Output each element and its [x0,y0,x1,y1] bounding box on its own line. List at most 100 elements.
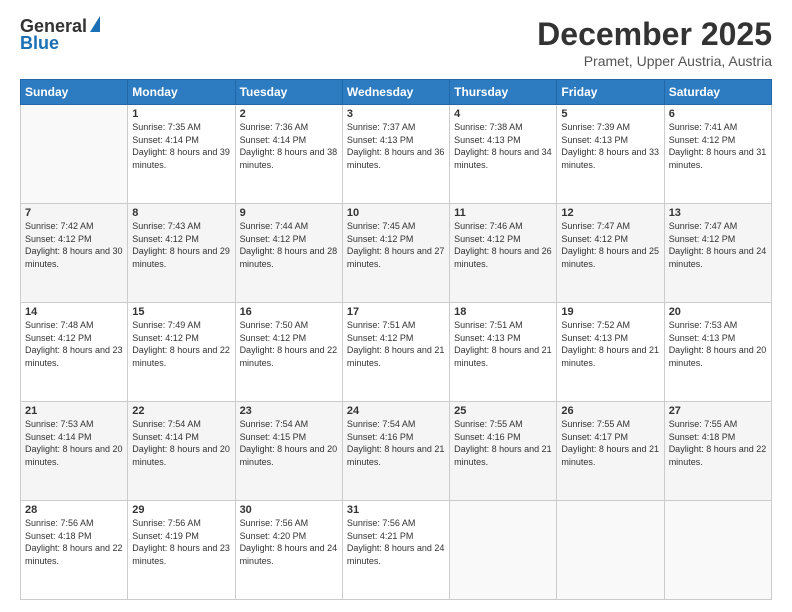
day-cell: 19 Sunrise: 7:52 AM Sunset: 4:13 PM Dayl… [557,303,664,402]
sunset: Sunset: 4:12 PM [25,333,92,343]
sunrise: Sunrise: 7:45 AM [347,221,416,231]
day-info: Sunrise: 7:51 AM Sunset: 4:12 PM Dayligh… [347,319,445,369]
sunset: Sunset: 4:12 PM [347,333,414,343]
day-info: Sunrise: 7:51 AM Sunset: 4:13 PM Dayligh… [454,319,552,369]
week-row-2: 7 Sunrise: 7:42 AM Sunset: 4:12 PM Dayli… [21,204,772,303]
sunrise: Sunrise: 7:56 AM [240,518,309,528]
daylight: Daylight: 8 hours and 22 minutes. [25,543,123,566]
day-number: 19 [561,306,659,318]
day-cell: 20 Sunrise: 7:53 AM Sunset: 4:13 PM Dayl… [664,303,771,402]
day-cell: 10 Sunrise: 7:45 AM Sunset: 4:12 PM Dayl… [342,204,449,303]
daylight: Daylight: 8 hours and 21 minutes. [561,444,659,467]
day-info: Sunrise: 7:47 AM Sunset: 4:12 PM Dayligh… [561,220,659,270]
day-cell: 9 Sunrise: 7:44 AM Sunset: 4:12 PM Dayli… [235,204,342,303]
sunset: Sunset: 4:15 PM [240,432,307,442]
daylight: Daylight: 8 hours and 39 minutes. [132,147,230,170]
week-row-1: 1 Sunrise: 7:35 AM Sunset: 4:14 PM Dayli… [21,105,772,204]
daylight: Daylight: 8 hours and 25 minutes. [561,246,659,269]
sunset: Sunset: 4:13 PM [454,333,521,343]
day-cell [557,501,664,600]
sunrise: Sunrise: 7:54 AM [240,419,309,429]
sunrise: Sunrise: 7:35 AM [132,122,201,132]
day-number: 25 [454,405,552,417]
day-cell: 13 Sunrise: 7:47 AM Sunset: 4:12 PM Dayl… [664,204,771,303]
calendar-title: December 2025 [537,16,772,53]
daylight: Daylight: 8 hours and 24 minutes. [347,543,445,566]
day-cell: 22 Sunrise: 7:54 AM Sunset: 4:14 PM Dayl… [128,402,235,501]
sunrise: Sunrise: 7:43 AM [132,221,201,231]
sunrise: Sunrise: 7:42 AM [25,221,94,231]
day-info: Sunrise: 7:56 AM Sunset: 4:21 PM Dayligh… [347,517,445,567]
sunrise: Sunrise: 7:49 AM [132,320,201,330]
day-info: Sunrise: 7:47 AM Sunset: 4:12 PM Dayligh… [669,220,767,270]
day-info: Sunrise: 7:56 AM Sunset: 4:18 PM Dayligh… [25,517,123,567]
sunrise: Sunrise: 7:56 AM [347,518,416,528]
daylight: Daylight: 8 hours and 22 minutes. [240,345,338,368]
day-info: Sunrise: 7:49 AM Sunset: 4:12 PM Dayligh… [132,319,230,369]
day-number: 10 [347,207,445,219]
day-cell: 8 Sunrise: 7:43 AM Sunset: 4:12 PM Dayli… [128,204,235,303]
day-info: Sunrise: 7:53 AM Sunset: 4:13 PM Dayligh… [669,319,767,369]
sunrise: Sunrise: 7:44 AM [240,221,309,231]
day-info: Sunrise: 7:50 AM Sunset: 4:12 PM Dayligh… [240,319,338,369]
sunset: Sunset: 4:14 PM [132,432,199,442]
sunrise: Sunrise: 7:51 AM [454,320,523,330]
day-info: Sunrise: 7:56 AM Sunset: 4:20 PM Dayligh… [240,517,338,567]
week-row-4: 21 Sunrise: 7:53 AM Sunset: 4:14 PM Dayl… [21,402,772,501]
sunset: Sunset: 4:12 PM [669,234,736,244]
sunrise: Sunrise: 7:46 AM [454,221,523,231]
calendar-subtitle: Pramet, Upper Austria, Austria [537,53,772,69]
day-number: 11 [454,207,552,219]
day-cell: 27 Sunrise: 7:55 AM Sunset: 4:18 PM Dayl… [664,402,771,501]
day-number: 27 [669,405,767,417]
sunset: Sunset: 4:21 PM [347,531,414,541]
day-number: 12 [561,207,659,219]
day-cell: 30 Sunrise: 7:56 AM Sunset: 4:20 PM Dayl… [235,501,342,600]
day-number: 6 [669,108,767,120]
sunrise: Sunrise: 7:48 AM [25,320,94,330]
page: General Blue December 2025 Pramet, Upper… [0,0,792,612]
day-cell: 18 Sunrise: 7:51 AM Sunset: 4:13 PM Dayl… [450,303,557,402]
sunset: Sunset: 4:17 PM [561,432,628,442]
day-info: Sunrise: 7:43 AM Sunset: 4:12 PM Dayligh… [132,220,230,270]
sunset: Sunset: 4:13 PM [669,333,736,343]
header-tuesday: Tuesday [235,80,342,105]
sunset: Sunset: 4:20 PM [240,531,307,541]
sunset: Sunset: 4:14 PM [240,135,307,145]
day-info: Sunrise: 7:48 AM Sunset: 4:12 PM Dayligh… [25,319,123,369]
sunrise: Sunrise: 7:55 AM [454,419,523,429]
day-cell: 7 Sunrise: 7:42 AM Sunset: 4:12 PM Dayli… [21,204,128,303]
day-cell: 28 Sunrise: 7:56 AM Sunset: 4:18 PM Dayl… [21,501,128,600]
day-number: 20 [669,306,767,318]
day-cell: 5 Sunrise: 7:39 AM Sunset: 4:13 PM Dayli… [557,105,664,204]
daylight: Daylight: 8 hours and 34 minutes. [454,147,552,170]
sunset: Sunset: 4:14 PM [25,432,92,442]
sunset: Sunset: 4:12 PM [240,333,307,343]
daylight: Daylight: 8 hours and 27 minutes. [347,246,445,269]
day-number: 26 [561,405,659,417]
daylight: Daylight: 8 hours and 20 minutes. [240,444,338,467]
day-number: 2 [240,108,338,120]
daylight: Daylight: 8 hours and 21 minutes. [454,345,552,368]
day-info: Sunrise: 7:54 AM Sunset: 4:15 PM Dayligh… [240,418,338,468]
daylight: Daylight: 8 hours and 26 minutes. [454,246,552,269]
day-cell [21,105,128,204]
day-number: 16 [240,306,338,318]
sunrise: Sunrise: 7:47 AM [561,221,630,231]
day-info: Sunrise: 7:52 AM Sunset: 4:13 PM Dayligh… [561,319,659,369]
day-info: Sunrise: 7:35 AM Sunset: 4:14 PM Dayligh… [132,121,230,171]
day-info: Sunrise: 7:44 AM Sunset: 4:12 PM Dayligh… [240,220,338,270]
day-info: Sunrise: 7:39 AM Sunset: 4:13 PM Dayligh… [561,121,659,171]
day-number: 18 [454,306,552,318]
day-cell: 2 Sunrise: 7:36 AM Sunset: 4:14 PM Dayli… [235,105,342,204]
day-number: 22 [132,405,230,417]
sunrise: Sunrise: 7:47 AM [669,221,738,231]
day-cell: 6 Sunrise: 7:41 AM Sunset: 4:12 PM Dayli… [664,105,771,204]
day-number: 31 [347,504,445,516]
day-info: Sunrise: 7:38 AM Sunset: 4:13 PM Dayligh… [454,121,552,171]
day-info: Sunrise: 7:54 AM Sunset: 4:16 PM Dayligh… [347,418,445,468]
daylight: Daylight: 8 hours and 23 minutes. [25,345,123,368]
day-cell: 29 Sunrise: 7:56 AM Sunset: 4:19 PM Dayl… [128,501,235,600]
header-saturday: Saturday [664,80,771,105]
sunrise: Sunrise: 7:55 AM [561,419,630,429]
